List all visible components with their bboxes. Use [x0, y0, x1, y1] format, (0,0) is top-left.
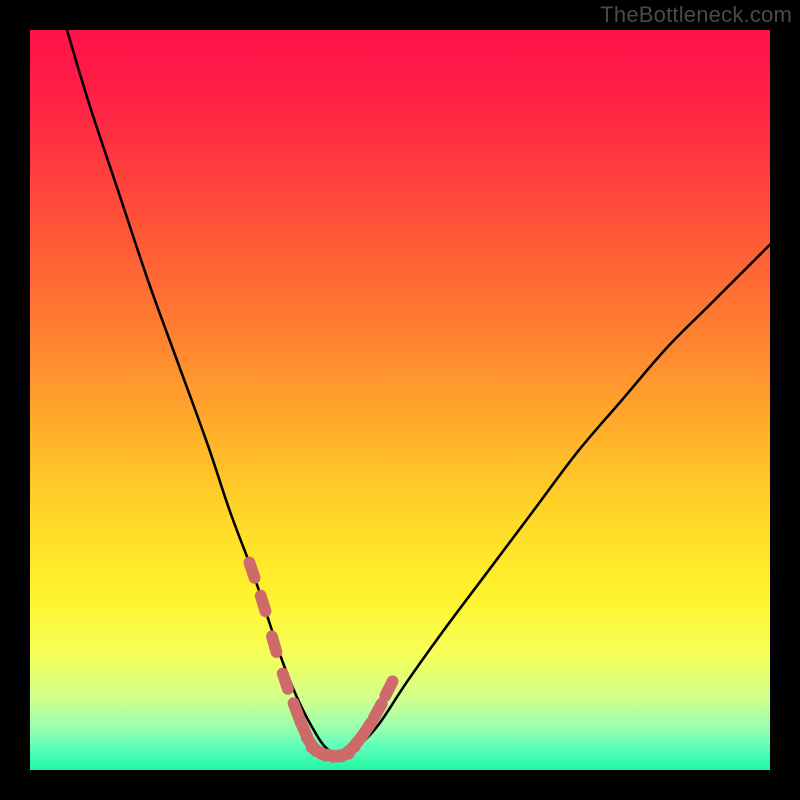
marker-dash — [261, 596, 266, 612]
marker-dash — [374, 704, 382, 718]
bottleneck-curve — [67, 30, 770, 755]
marker-dash — [283, 674, 288, 689]
marker-dash — [385, 681, 392, 696]
chart-plot-area — [30, 30, 770, 770]
marker-dash — [272, 636, 276, 652]
figure-root: TheBottleneck.com — [0, 0, 800, 800]
highlight-dots — [249, 563, 392, 757]
marker-dash — [362, 722, 371, 736]
watermark-text: TheBottleneck.com — [600, 2, 792, 28]
marker-dash — [294, 703, 300, 718]
marker-dash — [249, 563, 254, 578]
chart-svg — [30, 30, 770, 770]
